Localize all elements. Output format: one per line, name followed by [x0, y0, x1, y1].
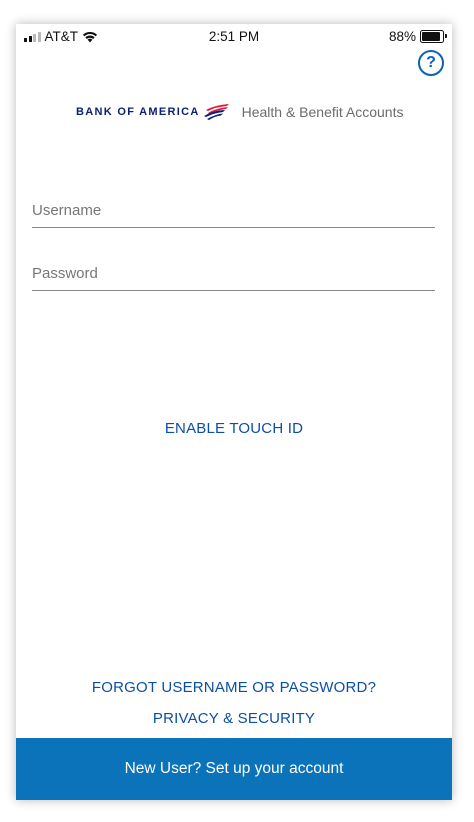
question-circle-icon: ? — [426, 54, 436, 71]
app-screen: AT&T 2:51 PM 88% ? BANK OF AMERICA Healt… — [16, 24, 452, 800]
password-input[interactable] — [32, 265, 435, 290]
password-field-container — [32, 265, 435, 291]
help-button[interactable]: ? — [418, 50, 444, 76]
status-right: 88% — [388, 29, 447, 44]
status-bar: AT&T 2:51 PM 88% — [16, 24, 452, 52]
status-time: 2:51 PM — [208, 29, 260, 44]
battery-icon — [420, 30, 447, 43]
battery-percent: 88% — [388, 29, 416, 44]
product-name: Health & Benefit Accounts — [241, 104, 404, 120]
brand-logo-text: BANK OF AMERICA — [76, 106, 200, 118]
username-field-container — [32, 202, 435, 228]
new-user-setup-button[interactable]: New User? Set up your account — [16, 738, 452, 800]
bank-flag-logo-icon — [203, 104, 229, 120]
forgot-credentials-link[interactable]: FORGOT USERNAME OR PASSWORD? — [16, 679, 452, 696]
privacy-security-link[interactable]: PRIVACY & SECURITY — [16, 710, 452, 727]
brand-header: BANK OF AMERICA Health & Benefit Account… — [76, 102, 403, 122]
username-input[interactable] — [32, 202, 435, 227]
battery-level-fill — [422, 32, 440, 41]
enable-touch-id-link[interactable]: ENABLE TOUCH ID — [16, 420, 452, 437]
